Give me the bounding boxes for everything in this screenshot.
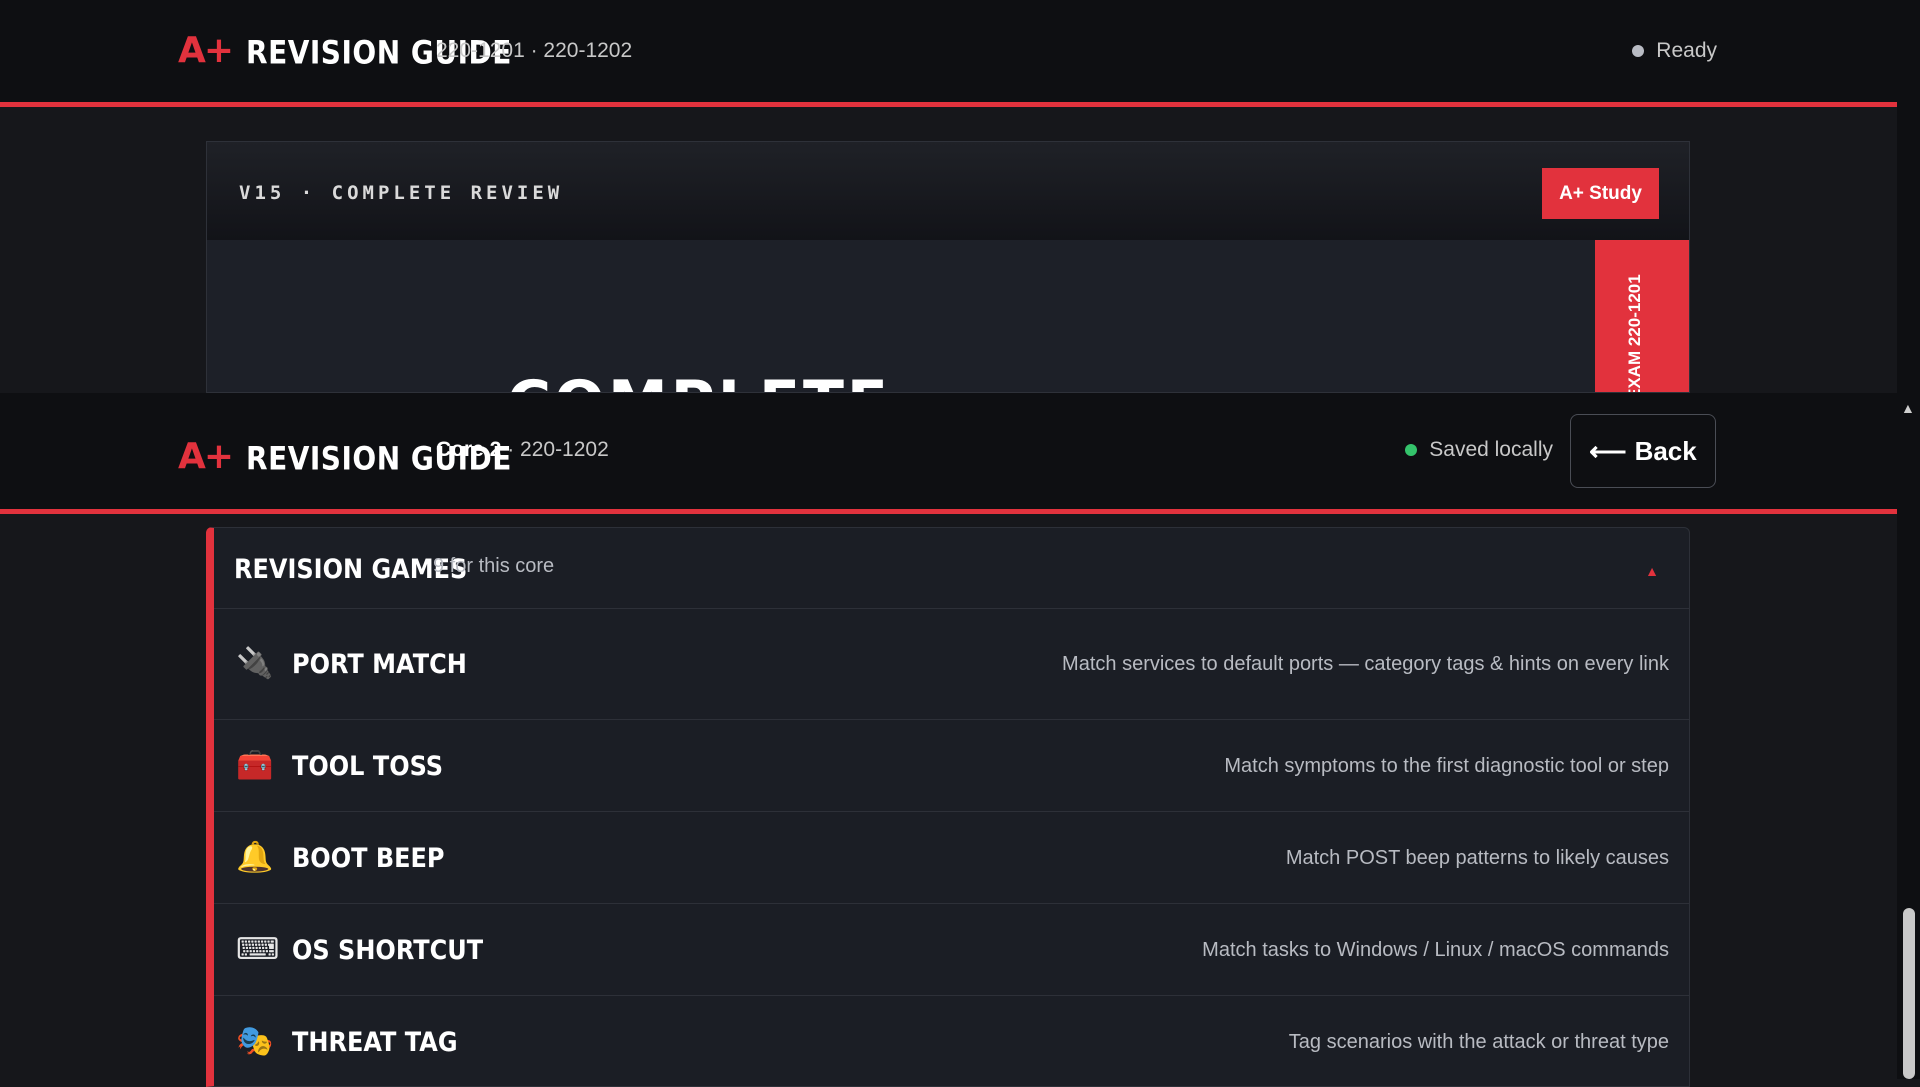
game-name: PORT MATCH <box>292 648 467 680</box>
sticky-header: A+ REVISION GUIDE Core 2 · 220-1202 Save… <box>0 393 1897 514</box>
saved-dot-icon <box>1405 444 1418 456</box>
cover-headline: COMPLETE <box>507 368 891 392</box>
game-description: Match tasks to Windows / Linux / macOS c… <box>1202 938 1669 961</box>
back-button[interactable]: ⟵ Back <box>1570 414 1716 488</box>
game-description: Match POST beep patterns to likely cause… <box>1285 846 1669 869</box>
game-description: Match symptoms to the first diagnostic t… <box>1224 754 1669 777</box>
toolbox-icon: 🧰 <box>236 748 274 782</box>
core-label: Core 2 · 220-1202 <box>436 438 609 462</box>
bell-icon: 🔔 <box>236 840 274 874</box>
logo: A+ <box>178 436 234 477</box>
exam-strip: EXAM 220-1201 <box>1595 240 1689 393</box>
study-button[interactable]: A+ Study <box>1542 168 1659 219</box>
status-dot-icon <box>1632 45 1645 57</box>
cover-card: V15 · COMPLETE REVIEW A+ Study EXAM 220-… <box>206 141 1690 393</box>
arrow-left-icon: ⟵ <box>1589 435 1627 466</box>
save-status: Saved locally <box>1405 438 1553 462</box>
cover-title: V15 · COMPLETE REVIEW <box>239 182 564 204</box>
masks-icon: 🎭 <box>236 1024 274 1058</box>
logo: A+ <box>178 30 234 71</box>
game-description: Match services to default ports — catego… <box>1062 653 1669 675</box>
game-row-tool-toss[interactable]: 🧰 TOOL TOSS Match symptoms to the first … <box>214 720 1689 812</box>
core-name: Core 2 <box>436 438 502 461</box>
game-name: TOOL TOSS <box>292 750 444 781</box>
panel-header[interactable]: REVISION GAMES 9 for this core ▲ <box>214 528 1689 609</box>
core-code: · 220-1202 <box>507 438 609 461</box>
game-name: OS SHORTCUT <box>292 934 484 965</box>
panel-count: 9 for this core <box>433 555 555 577</box>
scroll-thumb[interactable] <box>1903 908 1915 1079</box>
exam-strip-label: EXAM 220-1201 <box>1625 274 1644 393</box>
game-row-threat-tag[interactable]: 🎭 THREAT TAG Tag scenarios with the atta… <box>214 996 1689 1086</box>
exam-codes: 220-1201 · 220-1202 <box>436 39 633 62</box>
revision-games-panel: REVISION GAMES 9 for this core ▲ 🔌 PORT … <box>206 527 1690 1087</box>
scrollbar[interactable]: ▲ <box>1897 0 1920 1079</box>
scroll-up-icon[interactable]: ▲ <box>1901 400 1915 416</box>
status-indicator: Ready <box>1632 39 1717 63</box>
game-row-os-shortcut[interactable]: ⌨ OS SHORTCUT Match tasks to Windows / L… <box>214 904 1689 996</box>
game-row-port-match[interactable]: 🔌 PORT MATCH Match services to default p… <box>214 609 1689 720</box>
top-header: A+ REVISION GUIDE 220-1201 · 220-1202 Re… <box>0 0 1897 107</box>
plug-icon: 🔌 <box>236 647 274 680</box>
status-text: Ready <box>1656 39 1717 62</box>
save-status-text: Saved locally <box>1429 438 1553 461</box>
keyboard-icon: ⌨ <box>236 932 280 966</box>
game-name: BOOT BEEP <box>292 842 445 873</box>
back-label: Back <box>1634 435 1697 466</box>
game-row-boot-beep[interactable]: 🔔 BOOT BEEP Match POST beep patterns to … <box>214 812 1689 904</box>
collapse-caret-icon[interactable]: ▲ <box>1645 563 1659 579</box>
game-description: Tag scenarios with the attack or threat … <box>1288 1030 1669 1053</box>
game-name: THREAT TAG <box>292 1026 458 1057</box>
